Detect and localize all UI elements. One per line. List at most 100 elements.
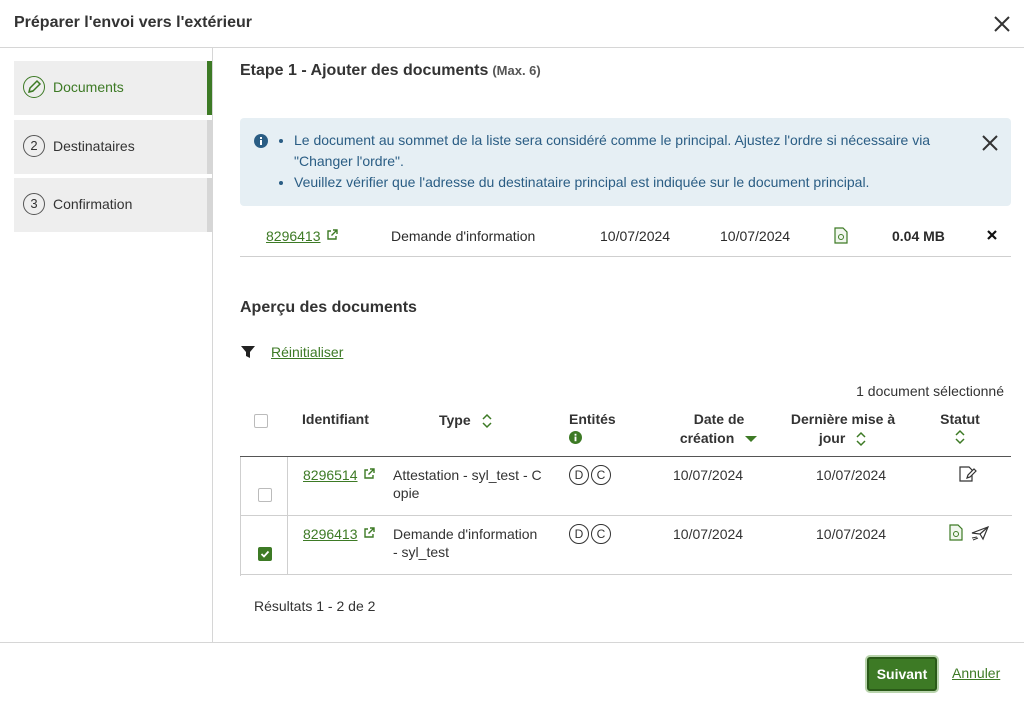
selected-doc-date: 10/07/2024	[720, 228, 791, 244]
table-row[interactable]: 8296514 Attestation - syl_test - C opie …	[241, 457, 1012, 516]
info-banner: Le document au sommet de la liste sera c…	[240, 118, 1011, 206]
step-number: 3	[23, 193, 45, 215]
filter-icon[interactable]	[240, 344, 256, 363]
info-item: Le document au sommet de la liste sera c…	[294, 130, 956, 172]
step-label: Confirmation	[53, 196, 133, 212]
table-row[interactable]: 8296413 Demande d'information - syl_test…	[241, 516, 1012, 575]
row-entites: DC	[569, 524, 613, 544]
col-type[interactable]: Type	[439, 411, 493, 430]
dialog-footer: Suivant Annuler	[0, 642, 1024, 703]
steps-sidebar: Documents 2 Destinataires 3 Confirmation	[0, 48, 213, 642]
row-type-text: Attestation - syl_test - C	[393, 467, 542, 483]
col-date-label: Date de	[693, 411, 745, 427]
overview-title: Aperçu des documents	[240, 299, 417, 316]
row-type: Demande d'information - syl_test	[393, 525, 553, 561]
remove-document-icon[interactable]	[986, 228, 998, 244]
col-statut-label: Statut	[940, 411, 980, 427]
step-documents[interactable]: Documents	[14, 61, 212, 115]
col-mise-a-jour[interactable]: Dernière mise à jour	[788, 410, 898, 448]
close-info-icon[interactable]	[979, 132, 1001, 154]
step-bar	[207, 120, 212, 174]
col-statut[interactable]: Statut	[934, 410, 986, 450]
info-text: "Changer l'ordre".	[294, 153, 404, 169]
close-dialog-icon[interactable]	[990, 12, 1014, 36]
documents-table: 8296514 Attestation - syl_test - C opie …	[240, 457, 1012, 576]
info-text: Le document au sommet de la liste sera c…	[294, 132, 931, 148]
doc-id-link[interactable]: 8296413	[303, 526, 358, 542]
selected-doc-size: 0.04 MB	[892, 228, 945, 244]
sent-icon	[971, 525, 989, 541]
checkbox-cell	[241, 516, 288, 574]
sort-icon[interactable]	[481, 413, 493, 429]
cancel-link[interactable]: Annuler	[952, 665, 1000, 681]
row-type: Attestation - syl_test - C opie	[393, 466, 553, 502]
doc-id-link[interactable]: 8296413	[266, 228, 321, 244]
external-link-icon[interactable]	[363, 468, 376, 480]
info-list: Le document au sommet de la liste sera c…	[276, 130, 956, 193]
col-entites[interactable]: Entités	[569, 410, 616, 449]
col-date-creation[interactable]: Date de création	[664, 410, 774, 448]
col-date-label: création	[679, 430, 735, 446]
dialog-header: Préparer l'envoi vers l'extérieur	[0, 0, 1024, 48]
step-destinataires[interactable]: 2 Destinataires	[14, 120, 212, 174]
row-id[interactable]: 8296413	[303, 525, 376, 543]
checkmark-icon	[260, 550, 270, 558]
row-status	[949, 524, 989, 545]
selected-doc-date: 10/07/2024	[600, 228, 671, 244]
pencil-icon	[23, 76, 45, 98]
document-icon	[949, 524, 963, 541]
external-link-icon[interactable]	[326, 229, 339, 241]
row-checkbox[interactable]	[258, 488, 272, 502]
row-entites: DC	[569, 465, 613, 485]
row-type-text: - syl_test	[393, 544, 450, 560]
checkbox-cell	[241, 457, 288, 515]
step-title: Etape 1 - Ajouter des documents (Max. 6)	[240, 62, 541, 80]
row-checkbox[interactable]	[258, 547, 272, 561]
select-all-checkbox[interactable]	[254, 414, 268, 428]
col-maj-label: Dernière mise à	[790, 411, 896, 427]
step-confirmation[interactable]: 3 Confirmation	[14, 178, 212, 232]
row-type-text: opie	[393, 485, 420, 501]
info-icon	[254, 134, 268, 151]
selected-document-row: 8296413 Demande d'information 10/07/2024…	[240, 216, 1011, 257]
external-link-icon[interactable]	[363, 527, 376, 539]
col-maj-label: jour	[818, 430, 846, 446]
col-type-label: Type	[439, 412, 471, 428]
step-label: Destinataires	[53, 138, 135, 154]
step-title-text: Etape 1 - Ajouter des documents	[240, 62, 489, 79]
entity-badge: D	[569, 465, 589, 485]
entity-badge: C	[591, 465, 611, 485]
step-label: Documents	[53, 79, 124, 95]
info-item: Veuillez vérifier que l'adresse du desti…	[294, 172, 956, 193]
document-icon	[834, 227, 848, 247]
selected-doc-type: Demande d'information	[391, 228, 536, 244]
edit-document-icon	[959, 466, 977, 486]
active-indicator	[207, 61, 212, 115]
row-updated: 10/07/2024	[816, 526, 887, 542]
step-bar	[207, 178, 212, 232]
sort-icon[interactable]	[954, 429, 966, 445]
reset-link[interactable]: Réinitialiser	[271, 344, 343, 360]
col-identifiant[interactable]: Identifiant	[302, 410, 369, 429]
doc-id-link[interactable]: 8296514	[303, 467, 358, 483]
selected-doc-link[interactable]: 8296413	[266, 228, 339, 244]
info-text: Veuillez vérifier que l'adresse du desti…	[294, 174, 870, 190]
row-updated: 10/07/2024	[816, 467, 887, 483]
selected-count: 1 document sélectionné	[856, 383, 1004, 399]
row-created: 10/07/2024	[673, 467, 744, 483]
entity-badge: D	[569, 524, 589, 544]
col-entites-label: Entités	[569, 411, 616, 427]
next-button[interactable]: Suivant	[867, 657, 937, 691]
step-number: 2	[23, 135, 45, 157]
row-id[interactable]: 8296514	[303, 466, 376, 484]
table-header: Identifiant Type Entités Date de créatio…	[240, 400, 1011, 457]
info-icon[interactable]	[569, 431, 582, 444]
dialog-title: Préparer l'envoi vers l'extérieur	[14, 14, 252, 31]
row-created: 10/07/2024	[673, 526, 744, 542]
sort-desc-icon[interactable]	[744, 434, 758, 444]
results-count: Résultats 1 - 2 de 2	[254, 598, 376, 614]
max-label: (Max. 6)	[492, 63, 541, 78]
sort-icon[interactable]	[855, 431, 867, 447]
row-type-text: Demande d'information	[393, 526, 538, 542]
entity-badge: C	[591, 524, 611, 544]
